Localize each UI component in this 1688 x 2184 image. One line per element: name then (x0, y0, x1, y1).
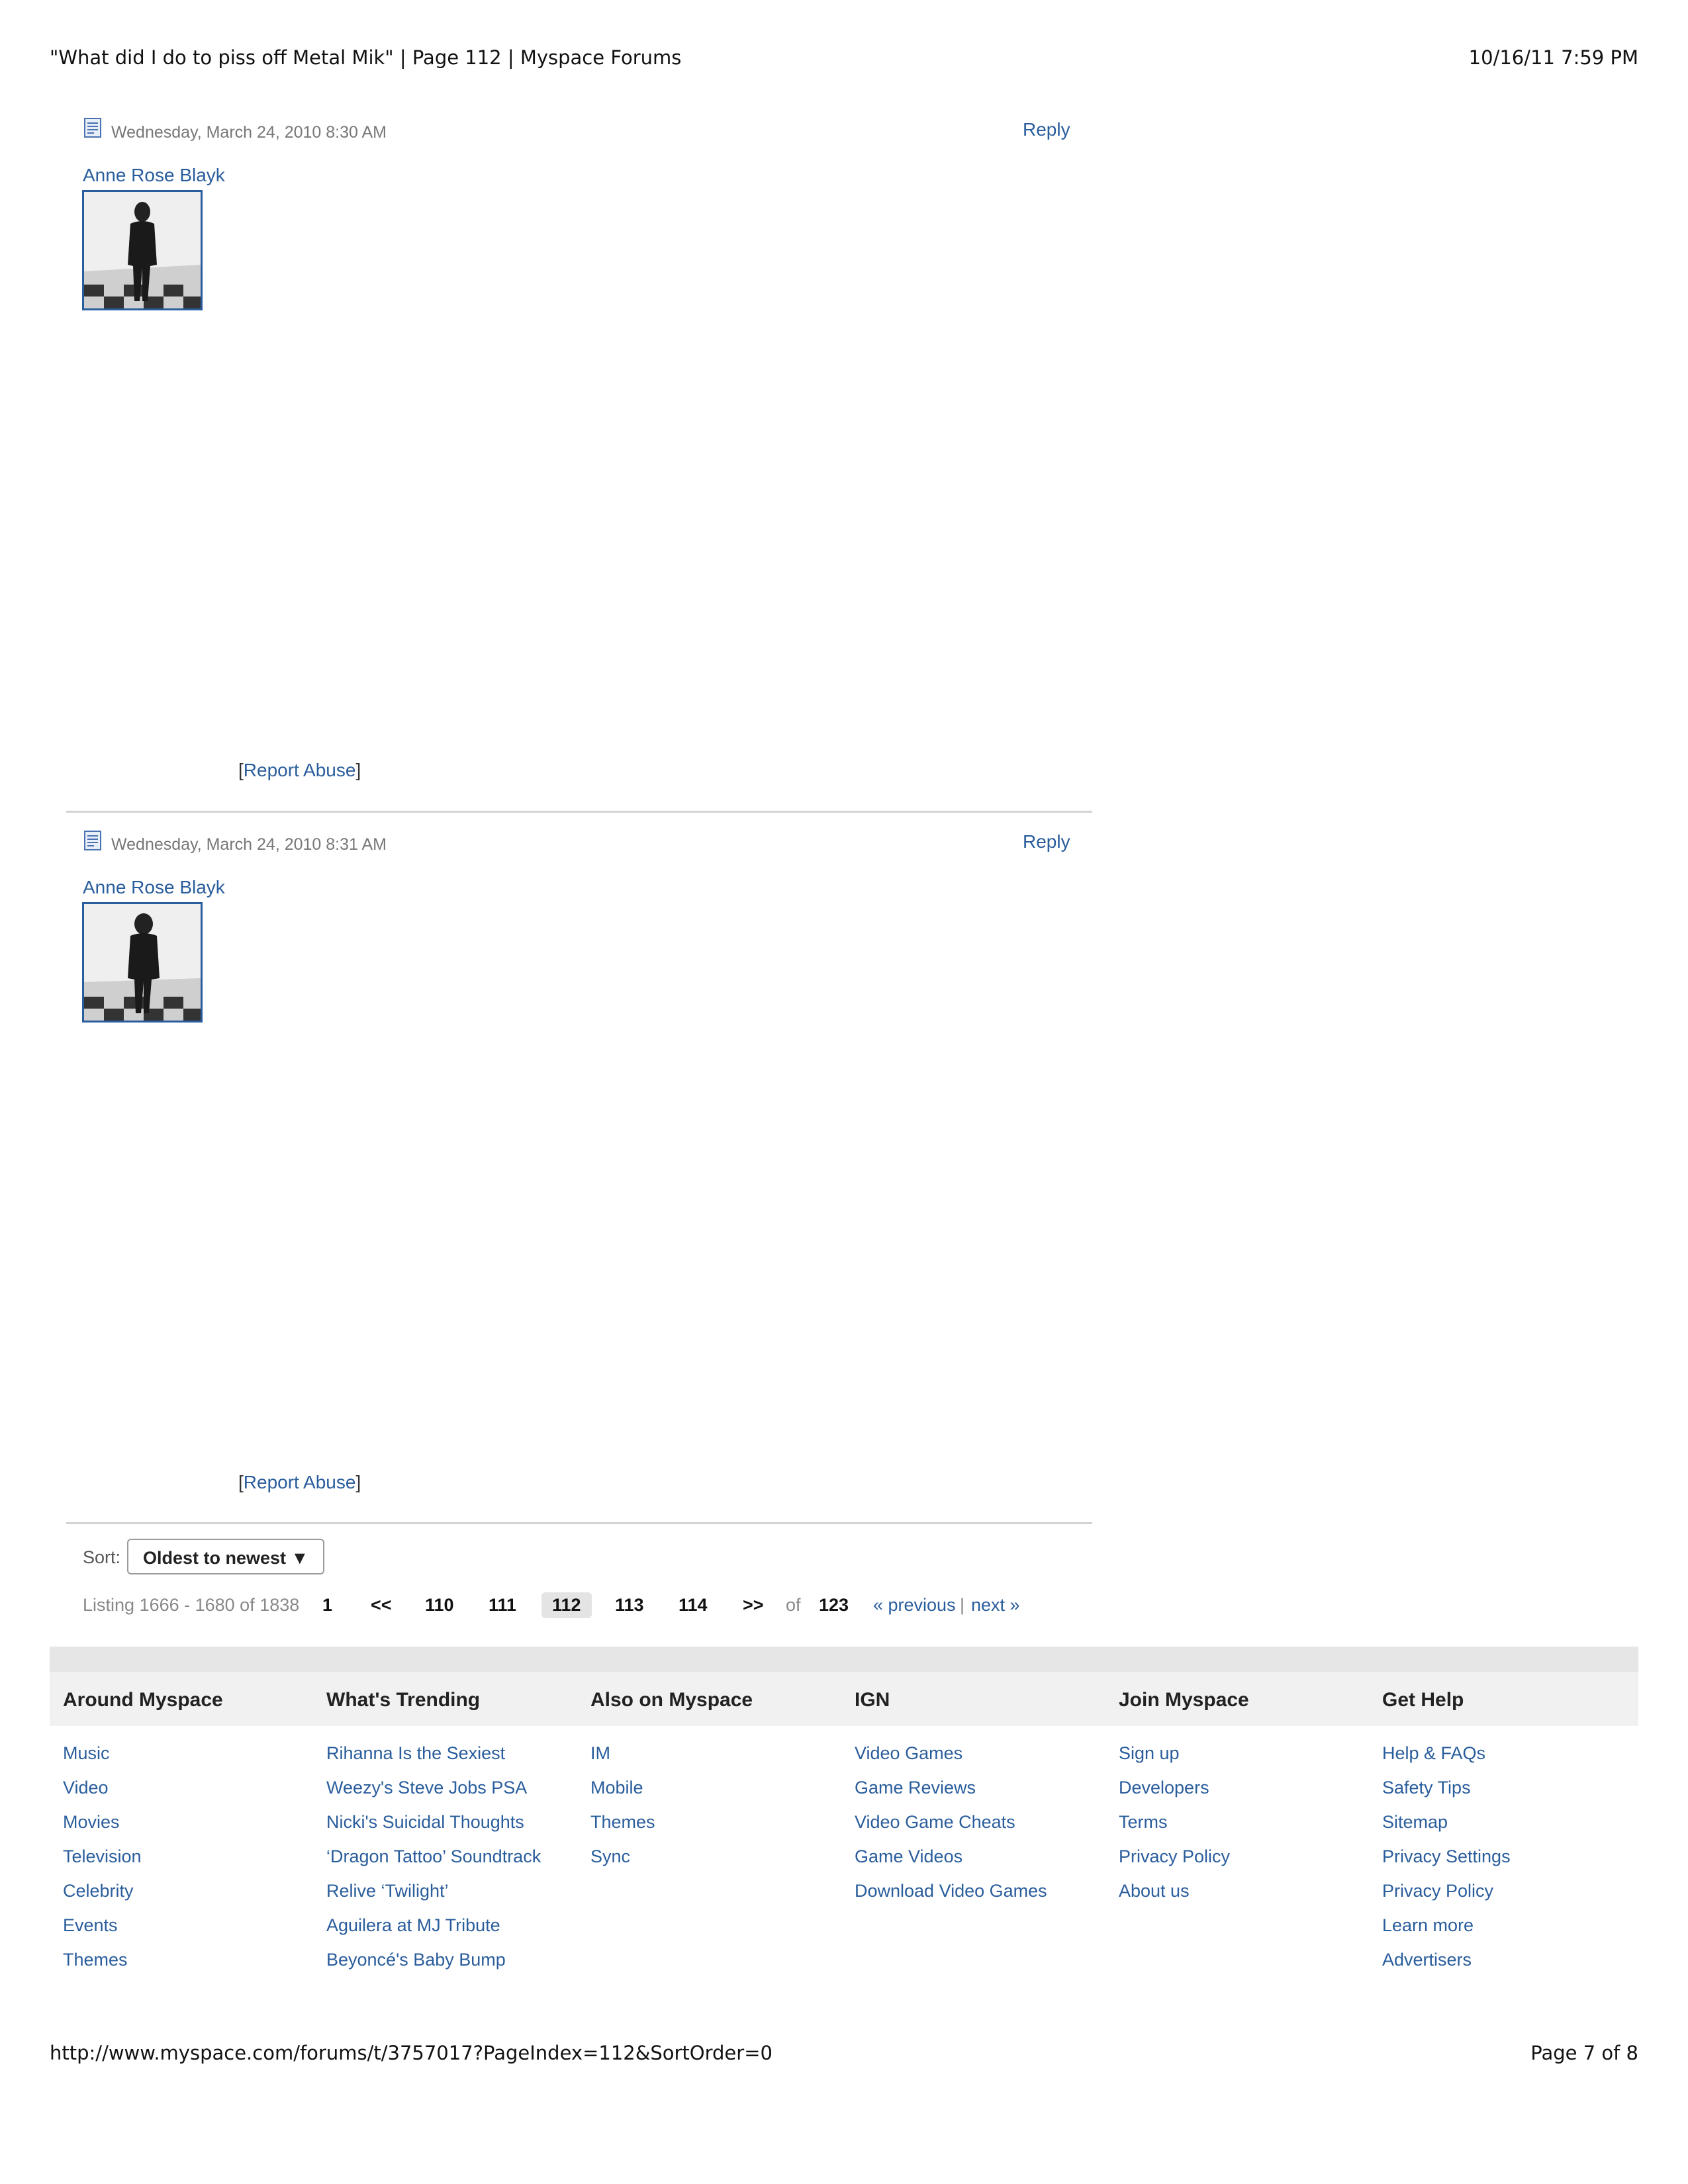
footer-link[interactable]: Sitemap (1382, 1812, 1511, 1846)
post-author-link[interactable]: Anne Rose Blayk (83, 165, 225, 186)
footer-link[interactable]: Help & FAQs (1382, 1743, 1511, 1778)
footer-link[interactable]: Music (63, 1743, 223, 1778)
avatar-image (84, 192, 201, 308)
footer-link[interactable]: Aguilera at MJ Tribute (326, 1915, 541, 1950)
footer-link[interactable]: Mobile (590, 1778, 753, 1812)
footer-link[interactable]: Privacy Policy (1119, 1846, 1249, 1881)
footer-link[interactable]: IM (590, 1743, 753, 1778)
footer-link[interactable]: Events (63, 1915, 223, 1950)
footer-link[interactable]: Terms (1119, 1812, 1249, 1846)
avatar[interactable] (82, 902, 203, 1023)
post-divider (66, 811, 1092, 813)
footer-link[interactable]: Sync (590, 1846, 753, 1881)
footer-link[interactable]: Game Videos (855, 1846, 1047, 1881)
report-abuse-bracket: [Report Abuse] (238, 1472, 361, 1492)
footer-heading: Around Myspace (63, 1689, 223, 1711)
page-total-link[interactable]: 123 (819, 1595, 849, 1615)
footer-link[interactable]: Celebrity (63, 1881, 223, 1915)
listing-count: Listing 1666 - 1680 of 1838 (83, 1595, 300, 1615)
page-current: 112 (541, 1592, 592, 1618)
footer-link[interactable]: Game Reviews (855, 1778, 1047, 1812)
next-page-link[interactable]: next » (971, 1595, 1020, 1615)
previous-page-link[interactable]: « previous (873, 1595, 956, 1615)
avatar-image (84, 904, 201, 1021)
report-abuse-bracket: [Report Abuse] (238, 760, 361, 780)
page-of-label: of (786, 1595, 801, 1615)
post-author-link[interactable]: Anne Rose Blayk (83, 877, 225, 898)
footer-link[interactable]: Sign up (1119, 1743, 1249, 1778)
footer-link[interactable]: Safety Tips (1382, 1778, 1511, 1812)
report-abuse-link[interactable]: Report Abuse (244, 1472, 356, 1492)
footer-link[interactable]: Relive ‘Twilight’ (326, 1881, 541, 1915)
footer-column-join: Join Myspace Sign up Developers Terms Pr… (1119, 1689, 1249, 1915)
footer-link[interactable]: Advertisers (1382, 1950, 1511, 1984)
footer-heading: Join Myspace (1119, 1689, 1249, 1711)
page-link[interactable]: 110 (425, 1595, 454, 1615)
footer-link[interactable]: Television (63, 1846, 223, 1881)
reply-link[interactable]: Reply (1023, 831, 1070, 852)
footer-link[interactable]: Video Game Cheats (855, 1812, 1047, 1846)
footer-link[interactable]: Rihanna Is the Sexiest (326, 1743, 541, 1778)
pagination-divider: | (960, 1595, 965, 1615)
footer-heading: What's Trending (326, 1689, 481, 1711)
page-link[interactable]: 111 (489, 1595, 516, 1615)
footer-link[interactable]: About us (1119, 1881, 1249, 1915)
reply-link[interactable]: Reply (1023, 119, 1070, 140)
footer-heading: IGN (855, 1689, 890, 1711)
print-page-number: Page 7 of 8 (1530, 2042, 1638, 2064)
post-date: Wednesday, March 24, 2010 8:30 AM (111, 123, 387, 142)
page-first-link[interactable]: 1 (322, 1595, 332, 1615)
footer-link[interactable]: Nicki's Suicidal Thoughts (326, 1812, 541, 1846)
footer-top-strip (50, 1647, 1638, 1672)
footer-link[interactable]: Video (63, 1778, 223, 1812)
post-divider (66, 1522, 1092, 1524)
page-next-arrows[interactable]: >> (743, 1595, 764, 1615)
post-document-icon (84, 831, 101, 850)
footer-link[interactable]: Beyoncé's Baby Bump (326, 1950, 541, 1984)
print-title: "What did I do to piss off Metal Mik" | … (50, 46, 682, 69)
footer-link[interactable]: Video Games (855, 1743, 1047, 1778)
footer-heading: Get Help (1382, 1689, 1464, 1711)
footer-column-help: Get Help Help & FAQs Safety Tips Sitemap… (1382, 1689, 1511, 1984)
page-prev-arrows[interactable]: << (371, 1595, 392, 1615)
footer-link[interactable]: Download Video Games (855, 1881, 1047, 1915)
footer-link[interactable]: Weezy's Steve Jobs PSA (326, 1778, 541, 1812)
post-date: Wednesday, March 24, 2010 8:31 AM (111, 835, 387, 854)
footer-link[interactable]: Privacy Policy (1382, 1881, 1511, 1915)
print-url: http://www.myspace.com/forums/t/3757017?… (50, 2042, 773, 2064)
footer-link[interactable]: Themes (63, 1950, 223, 1984)
footer-link[interactable]: ‘Dragon Tattoo’ Soundtrack (326, 1846, 541, 1881)
post-document-icon (84, 118, 101, 138)
footer-link[interactable]: Movies (63, 1812, 223, 1846)
footer-heading: Also on Myspace (590, 1689, 753, 1711)
print-datetime: 10/16/11 7:59 PM (1468, 46, 1638, 69)
page-link[interactable]: 114 (679, 1595, 708, 1615)
footer-column-trending: What's Trending Rihanna Is the Sexiest W… (326, 1689, 541, 1984)
footer-column-ign: IGN Video Games Game Reviews Video Game … (855, 1689, 1047, 1915)
footer-column-also: Also on Myspace IM Mobile Themes Sync (590, 1689, 753, 1881)
footer-link[interactable]: Privacy Settings (1382, 1846, 1511, 1881)
sort-dropdown[interactable]: Oldest to newest ▼ (127, 1539, 325, 1574)
footer-column-around: Around Myspace Music Video Movies Televi… (63, 1689, 223, 1984)
avatar[interactable] (82, 190, 203, 310)
footer-link[interactable]: Themes (590, 1812, 753, 1846)
footer-link[interactable]: Developers (1119, 1778, 1249, 1812)
footer-link[interactable]: Learn more (1382, 1915, 1511, 1950)
sort-label: Sort: (83, 1547, 121, 1567)
page-link[interactable]: 113 (615, 1595, 644, 1615)
report-abuse-link[interactable]: Report Abuse (244, 760, 356, 780)
